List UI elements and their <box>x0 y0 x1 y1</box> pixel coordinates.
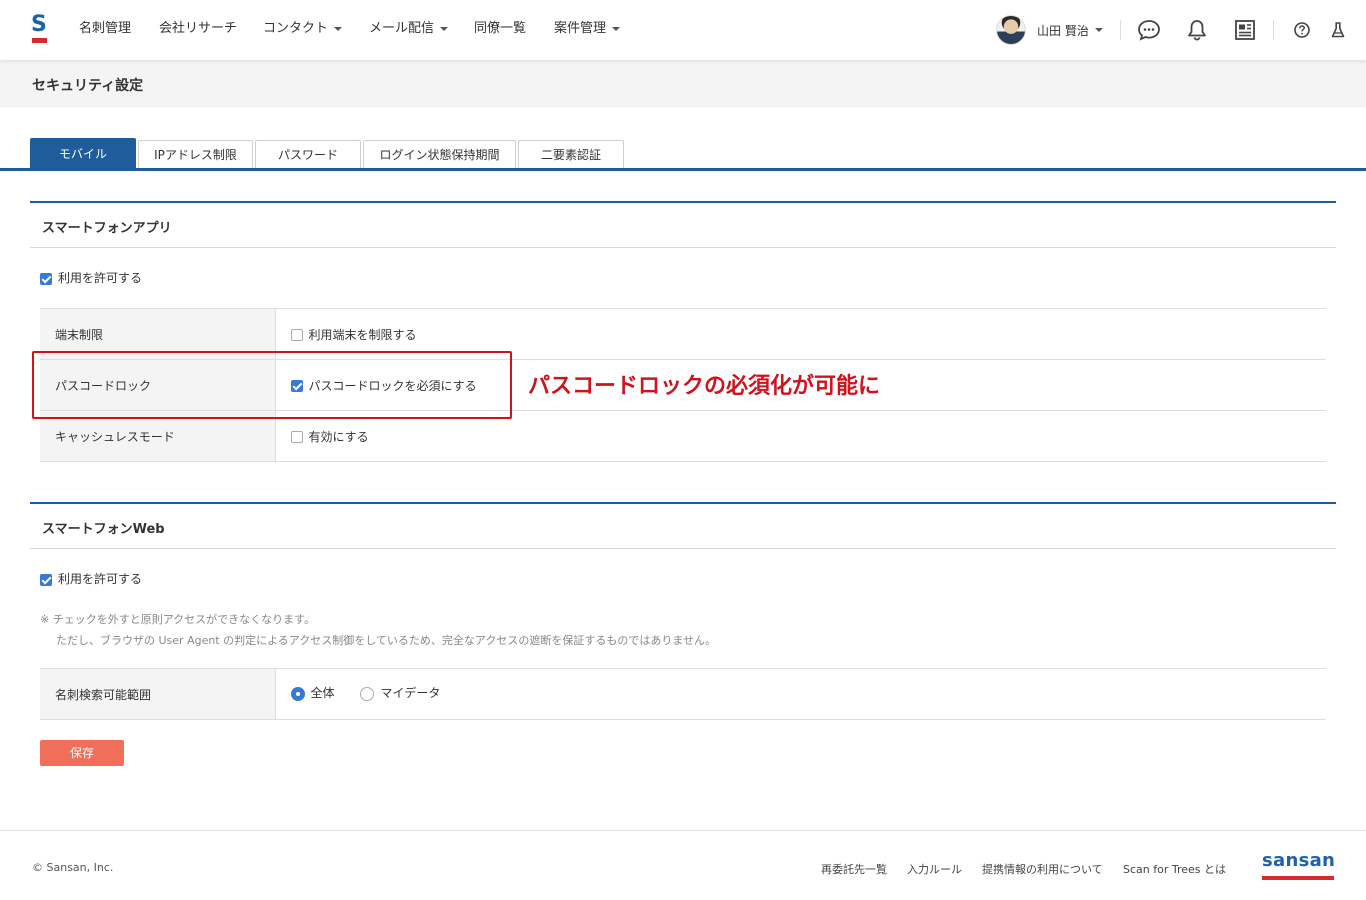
nav-contact[interactable]: コンタクト <box>263 0 343 60</box>
section-title-web: スマートフォンWeb <box>42 522 165 537</box>
divider <box>1120 20 1121 40</box>
tab-password[interactable]: パスワード <box>255 140 361 169</box>
sansan-s-logo[interactable]: S <box>30 14 50 46</box>
nav-deals[interactable]: 案件管理 <box>554 0 621 60</box>
brand-wordmark: sansan <box>1262 850 1336 871</box>
checkbox-label: 有効にする <box>308 429 369 444</box>
footer-divider <box>0 830 1366 831</box>
caret-down-icon <box>334 26 343 31</box>
page-title: セキュリティ設定 <box>32 78 144 94</box>
checkbox-unchecked[interactable] <box>290 329 303 341</box>
user-menu[interactable]: 山田 賢治 <box>996 14 1103 46</box>
footer-link-input-rules[interactable]: 入力ルール <box>907 861 962 877</box>
nav-label: コンタクト <box>263 21 329 36</box>
section-title-app: スマートフォンアプリ <box>42 221 172 236</box>
scope-radio-all[interactable]: 全体 <box>290 684 335 701</box>
page-title-bar: セキュリティ設定 <box>0 60 1366 107</box>
checkbox-checked[interactable] <box>40 272 52 285</box>
note-line-2: ただし、ブラウザの User Agent の判定によるアクセス制御をしているため… <box>56 634 717 647</box>
tabs-underline <box>0 168 1366 171</box>
row-label-search-scope: 名刺検索可能範囲 <box>40 668 276 720</box>
help-icon[interactable] <box>1289 17 1315 43</box>
divider <box>1273 20 1274 40</box>
tab-ip-restriction[interactable]: IPアドレス制限 <box>138 140 253 169</box>
logo-underline <box>32 38 47 43</box>
nav-label: 案件管理 <box>554 21 607 36</box>
checkbox-unchecked[interactable] <box>290 431 303 443</box>
cashless-mode-checkbox[interactable]: 有効にする <box>290 428 1327 445</box>
radio-label: マイデータ <box>380 686 441 701</box>
checkbox-label: 利用端末を制限する <box>308 327 417 342</box>
nav-meishi-kanri[interactable]: 名刺管理 <box>79 0 131 60</box>
footer-link-subcontractors[interactable]: 再委託先一覧 <box>821 861 887 877</box>
flask-icon[interactable] <box>1325 17 1351 43</box>
sansan-logo[interactable]: sansan <box>1260 850 1336 882</box>
highlight-box <box>32 351 512 419</box>
app-allow-checkbox[interactable]: 利用を許可する <box>40 269 142 286</box>
tab-two-factor[interactable]: 二要素認証 <box>518 140 624 169</box>
bell-icon[interactable] <box>1184 17 1210 43</box>
checkbox-checked[interactable] <box>40 573 52 586</box>
caret-down-icon <box>612 26 621 31</box>
nav-label: 会社リサーチ <box>159 21 238 36</box>
table-row: 名刺検索可能範囲 全体 マイデータ <box>40 668 1326 720</box>
section-divider <box>30 548 1336 549</box>
nav-label: 名刺管理 <box>79 21 132 36</box>
radio-unselected[interactable] <box>360 686 375 701</box>
nav-colleagues[interactable]: 同僚一覧 <box>474 0 526 60</box>
radio-selected[interactable] <box>290 686 305 701</box>
section-divider <box>30 201 1336 203</box>
radio-label: 全体 <box>310 686 335 701</box>
footer-link-scan-for-trees[interactable]: Scan for Trees とは <box>1123 861 1226 877</box>
brand-underline <box>1262 876 1334 880</box>
avatar <box>996 15 1026 45</box>
save-button[interactable]: 保存 <box>40 740 124 766</box>
checkbox-label: 利用を許可する <box>58 271 143 285</box>
note-line-1: ※ チェックを外すと原則アクセスができなくなります。 <box>40 613 316 626</box>
web-allow-checkbox[interactable]: 利用を許可する <box>40 570 142 587</box>
footer-link-partner-info[interactable]: 提携情報の利用について <box>982 861 1103 877</box>
annotation-callout: パスコードロックの必須化が可能に <box>528 374 881 399</box>
row-value: 全体 マイデータ <box>275 668 1326 720</box>
tab-login-retention[interactable]: ログイン状態保持期間 <box>363 140 516 169</box>
newspaper-icon[interactable] <box>1232 17 1258 43</box>
top-header: S 名刺管理 会社リサーチ コンタクト メール配信 同僚一覧 案件管理 山田 賢… <box>0 0 1366 60</box>
checkbox-label: 利用を許可する <box>58 572 143 586</box>
user-name: 山田 賢治 <box>1037 23 1089 38</box>
logo-letter: S <box>31 12 47 37</box>
copyright: © Sansan, Inc. <box>32 861 114 874</box>
section-divider <box>30 247 1336 248</box>
caret-down-icon <box>1094 28 1103 32</box>
chat-icon[interactable] <box>1136 17 1162 43</box>
tab-mobile[interactable]: モバイル <box>30 138 136 169</box>
device-restriction-checkbox[interactable]: 利用端末を制限する <box>290 326 1327 343</box>
nav-label: 同僚一覧 <box>474 21 527 36</box>
caret-down-icon <box>440 26 449 31</box>
nav-kaisha-research[interactable]: 会社リサーチ <box>159 0 237 60</box>
section-divider <box>30 502 1336 504</box>
nav-label: メール配信 <box>369 21 435 36</box>
nav-mail[interactable]: メール配信 <box>369 0 449 60</box>
scope-radio-mydata[interactable]: マイデータ <box>360 684 440 701</box>
web-settings-table: 名刺検索可能範囲 全体 マイデータ <box>40 668 1326 720</box>
